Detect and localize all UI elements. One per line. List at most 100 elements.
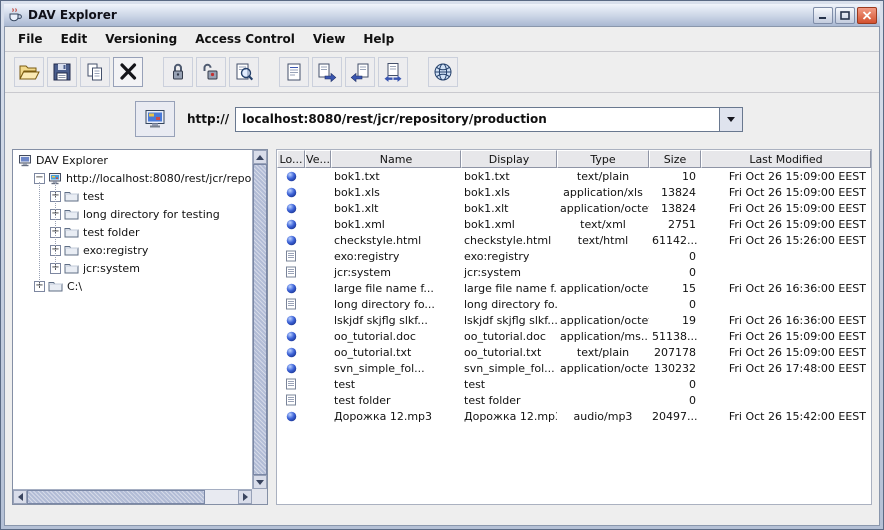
tree-node[interactable]: +C:\ (14, 277, 251, 295)
table-row[interactable]: lskjdf skjflg slkf...lskjdf skjflg slkf.… (277, 312, 871, 328)
table-row[interactable]: bok1.xltbok1.xltapplication/octet...1382… (277, 200, 871, 216)
unlock-button[interactable] (196, 57, 226, 87)
close-button[interactable] (857, 7, 877, 24)
tree-node-label: jcr:system (83, 262, 140, 275)
put-file-button[interactable] (345, 57, 375, 87)
protocol-label: http:// (187, 112, 229, 126)
table-row[interactable]: test foldertest folder0 (277, 392, 871, 408)
get-file-button[interactable] (312, 57, 342, 87)
folder-tree: DAV Explorer−http://localhost:8080/rest/… (14, 151, 251, 488)
column-header-version[interactable]: Ve... (305, 150, 331, 168)
tree-horizontal-scrollbar[interactable] (13, 489, 252, 504)
column-header-type[interactable]: Type (557, 150, 649, 168)
type-cell: application/xls (557, 186, 649, 199)
table-row[interactable]: exo:registryexo:registry0 (277, 248, 871, 264)
table-row[interactable]: checkstyle.htmlcheckstyle.htmltext/html6… (277, 232, 871, 248)
file-icon (286, 219, 297, 230)
tree-node[interactable]: +jcr:system (14, 259, 251, 277)
computer-icon (18, 154, 32, 167)
name-cell: long directory fo... (331, 298, 461, 311)
tree-node[interactable]: −http://localhost:8080/rest/jcr/reposito… (14, 169, 251, 187)
lock-cell (277, 363, 305, 374)
file-icon (286, 363, 297, 374)
menu-help[interactable]: Help (354, 29, 403, 49)
lock-cell (277, 411, 305, 422)
menu-edit[interactable]: Edit (52, 29, 97, 49)
document-icon (283, 61, 305, 83)
minimize-button[interactable] (813, 7, 833, 24)
file-icon (286, 315, 297, 326)
view-document-button[interactable] (279, 57, 309, 87)
file-icon (286, 283, 297, 294)
lock-button[interactable] (163, 57, 193, 87)
tree-node-label: C:\ (67, 280, 82, 293)
web-button[interactable] (428, 57, 458, 87)
display-cell: exo:registry (461, 250, 557, 263)
view-properties-button[interactable] (229, 57, 259, 87)
table-row[interactable]: bok1.xlsbok1.xlsapplication/xls13824Fri … (277, 184, 871, 200)
display-cell: long directory fo... (461, 298, 557, 311)
tree-node[interactable]: +test folder (14, 223, 251, 241)
column-header-name[interactable]: Name (331, 150, 461, 168)
folder-icon (64, 244, 79, 256)
column-header-lock[interactable]: Lo... (277, 150, 305, 168)
app-window: DAV Explorer FileEditVersioningAccess Co… (0, 0, 884, 530)
folder-icon (285, 266, 297, 278)
menu-view[interactable]: View (304, 29, 354, 49)
table-row[interactable]: bok1.xmlbok1.xmltext/xml2751Fri Oct 26 1… (277, 216, 871, 232)
table-row[interactable]: long directory fo...long directory fo...… (277, 296, 871, 312)
synchronize-button[interactable] (378, 57, 408, 87)
titlebar[interactable]: DAV Explorer (4, 4, 880, 26)
column-header-size[interactable]: Size (649, 150, 701, 168)
vertical-scroll-thumb[interactable] (253, 164, 267, 475)
globe-icon (432, 61, 454, 83)
combo-dropdown-button[interactable] (719, 108, 742, 131)
connect-icon (143, 108, 167, 130)
table-row[interactable]: jcr:systemjcr:system0 (277, 264, 871, 280)
type-cell: application/octet... (557, 282, 649, 295)
window-footer (5, 511, 879, 525)
scroll-up-button[interactable] (253, 150, 267, 164)
open-location-button[interactable] (135, 101, 175, 137)
file-icon (286, 235, 297, 246)
menu-access-control[interactable]: Access Control (186, 29, 304, 49)
scroll-left-button[interactable] (13, 490, 27, 504)
tree-node[interactable]: DAV Explorer (14, 151, 251, 169)
tree-node[interactable]: +exo:registry (14, 241, 251, 259)
column-header-modified[interactable]: Last Modified (701, 150, 871, 168)
toolbar (5, 52, 879, 93)
table-row[interactable]: testtest0 (277, 376, 871, 392)
tree-vertical-scrollbar[interactable] (252, 150, 267, 489)
delete-button[interactable] (113, 57, 143, 87)
name-cell: bok1.txt (331, 170, 461, 183)
url-combobox[interactable]: localhost:8080/rest/jcr/repository/produ… (235, 107, 743, 132)
window-title: DAV Explorer (28, 8, 813, 22)
save-button[interactable] (47, 57, 77, 87)
name-cell: Дорожка 12.mp3 (331, 410, 461, 423)
scroll-right-button[interactable] (238, 490, 252, 504)
table-row[interactable]: oo_tutorial.docoo_tutorial.docapplicatio… (277, 328, 871, 344)
open-button[interactable] (14, 57, 44, 87)
modified-cell: Fri Oct 26 16:36:00 EEST (701, 314, 871, 327)
menu-file[interactable]: File (9, 29, 52, 49)
url-value[interactable]: localhost:8080/rest/jcr/repository/produ… (236, 108, 719, 131)
size-cell: 13824 (649, 202, 701, 215)
size-cell: 0 (649, 298, 701, 311)
menu-versioning[interactable]: Versioning (96, 29, 186, 49)
horizontal-scroll-thumb[interactable] (27, 490, 205, 504)
copy-button[interactable] (80, 57, 110, 87)
table-row[interactable]: svn_simple_fol...svn_simple_fol...applic… (277, 360, 871, 376)
tree-node[interactable]: +test (14, 187, 251, 205)
table-row[interactable]: bok1.txtbok1.txttext/plain10Fri Oct 26 1… (277, 168, 871, 184)
name-cell: checkstyle.html (331, 234, 461, 247)
size-cell: 20497... (649, 410, 701, 423)
table-row[interactable]: oo_tutorial.txtoo_tutorial.txttext/plain… (277, 344, 871, 360)
table-row[interactable]: Дорожка 12.mp3Дорожка 12.mp3audio/mp3204… (277, 408, 871, 424)
maximize-button[interactable] (835, 7, 855, 24)
name-cell: svn_simple_fol... (331, 362, 461, 375)
tree-node[interactable]: +long directory for testing (14, 205, 251, 223)
table-row[interactable]: large file name f...large file name f...… (277, 280, 871, 296)
column-header-display[interactable]: Display (461, 150, 557, 168)
scroll-down-button[interactable] (253, 475, 267, 489)
modified-cell: Fri Oct 26 15:09:00 EEST (701, 170, 871, 183)
